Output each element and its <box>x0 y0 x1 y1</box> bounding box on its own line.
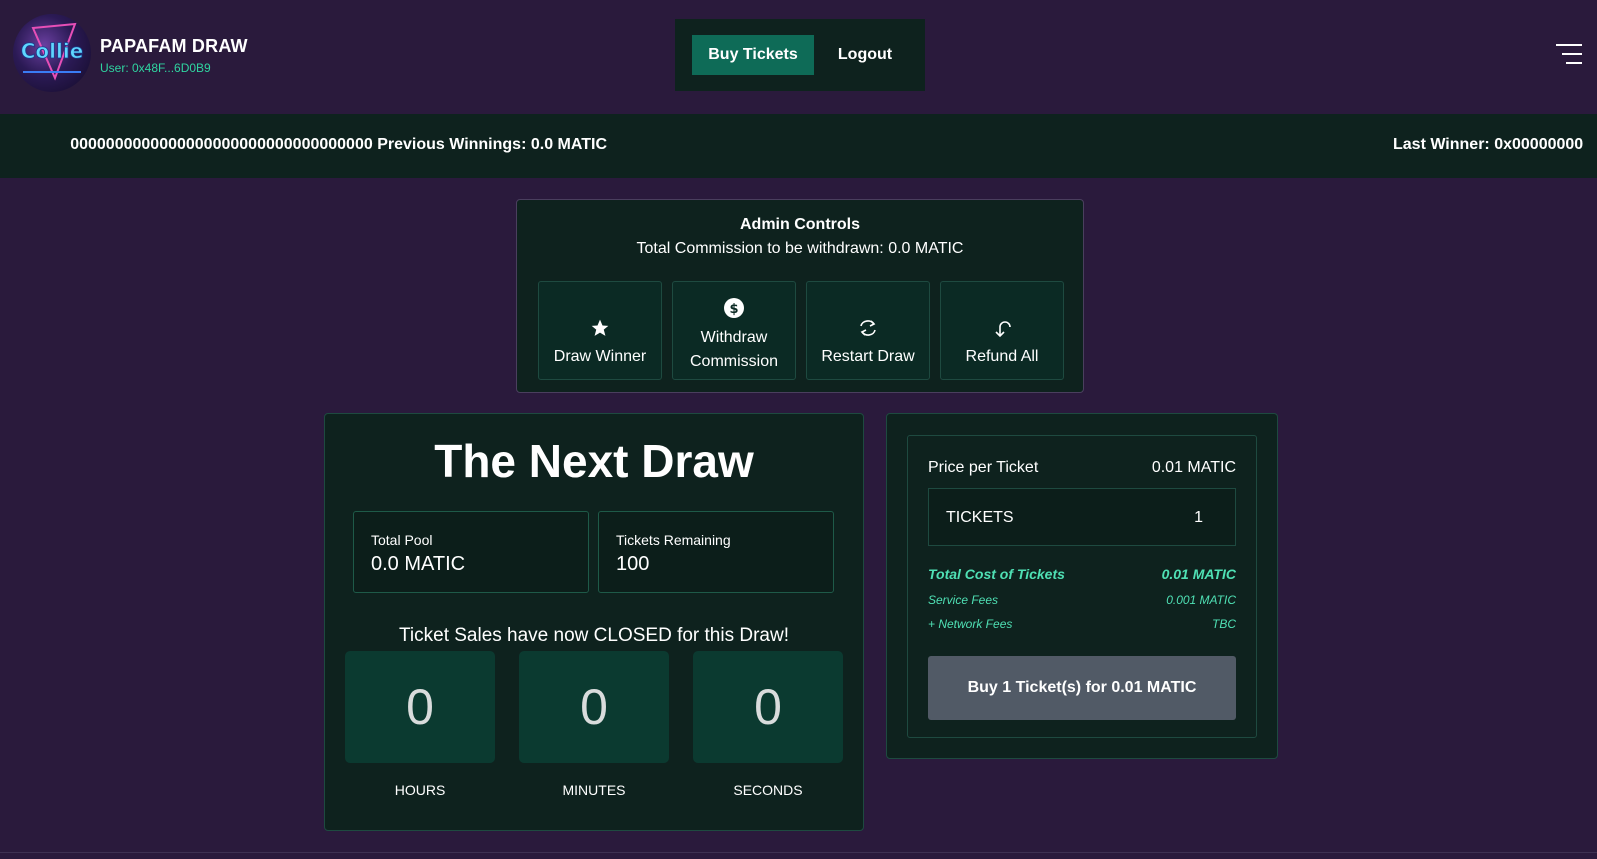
minutes-label: MINUTES <box>562 782 626 798</box>
total-pool-value: 0.0 MATIC <box>371 553 466 575</box>
withdraw-label-line1: Withdraw <box>700 329 768 346</box>
restart-draw-button[interactable]: Restart Draw <box>806 281 930 380</box>
tickets-label: TICKETS <box>946 509 1014 526</box>
buy-tickets-submit-button[interactable]: Buy 1 Ticket(s) for 0.01 MATIC <box>928 656 1236 720</box>
seconds-label: SECONDS <box>733 782 803 798</box>
logout-button[interactable]: Logout <box>825 35 905 75</box>
network-fees-label: + Network Fees <box>928 617 1013 631</box>
tickets-field: TICKETS <box>928 488 1236 546</box>
star-icon <box>545 318 655 338</box>
hamburger-icon[interactable] <box>1556 43 1582 65</box>
draw-winner-button[interactable]: Draw Winner <box>538 281 662 380</box>
svg-text:Collie: Collie <box>21 39 84 63</box>
total-cost-value: 0.01 MATIC <box>1161 566 1236 582</box>
buy-tickets-button[interactable]: Buy Tickets <box>692 35 814 75</box>
winner-ticker: 0000000000000000000000000000000000 Previ… <box>0 114 1597 178</box>
footer-divider <box>0 852 1597 853</box>
hours-label: HOURS <box>394 782 446 798</box>
undo-icon <box>947 318 1057 340</box>
ticker-previous-winnings: 0000000000000000000000000000000000 Previ… <box>70 136 607 153</box>
network-fees-value: TBC <box>1212 617 1236 631</box>
price-value: 0.01 MATIC <box>1151 459 1236 476</box>
service-fees-label: Service Fees <box>928 593 999 607</box>
refund-all-button[interactable]: Refund All <box>940 281 1064 380</box>
admin-title: Admin Controls <box>740 216 860 233</box>
countdown-hours: 0 <box>345 651 495 763</box>
withdraw-label-line2: Commission <box>689 353 778 370</box>
next-draw-title: The Next Draw <box>434 435 754 487</box>
countdown-seconds: 0 <box>693 651 843 763</box>
countdown-minutes: 0 <box>519 651 669 763</box>
refund-all-label: Refund All <box>965 347 1039 365</box>
top-nav: Buy Tickets Logout <box>675 19 925 91</box>
next-draw-panel: The Next Draw Total Pool 0.0 MATIC Ticke… <box>324 413 864 831</box>
commission-text: Total Commission to be withdrawn: 0.0 MA… <box>636 240 964 257</box>
brand-title: PAPAFAM DRAW <box>100 36 248 56</box>
purchase-form: Price per Ticket 0.01 MATIC TICKETS Tota… <box>907 435 1257 738</box>
user-address: User: 0x48F...6D0B9 <box>100 61 211 75</box>
admin-controls: Admin Controls Total Commission to be wi… <box>516 199 1084 393</box>
tickets-remaining-value: 100 <box>616 553 650 575</box>
tickets-quantity-input[interactable] <box>1145 505 1205 531</box>
logo: Collie <box>13 14 91 92</box>
refresh-icon <box>813 318 923 338</box>
tickets-remaining-label: Tickets Remaining <box>616 532 731 548</box>
total-pool-label: Total Pool <box>371 532 433 548</box>
dollar-icon: $ <box>679 298 789 318</box>
ticker-last-winner: Last Winner: 0x00000000 <box>1393 136 1584 153</box>
total-cost-label: Total Cost of Tickets <box>928 566 1065 582</box>
sales-closed-message: Ticket Sales have now CLOSED for this Dr… <box>399 625 789 646</box>
total-pool-card: Total Pool 0.0 MATIC <box>353 511 589 593</box>
svg-text:$: $ <box>729 302 738 317</box>
header: Collie PAPAFAM DRAW User: 0x48F...6D0B9 … <box>0 0 1597 112</box>
restart-draw-label: Restart Draw <box>821 347 915 365</box>
purchase-panel: Price per Ticket 0.01 MATIC TICKETS Tota… <box>886 413 1278 759</box>
withdraw-commission-button[interactable]: $ Withdraw Commission <box>672 281 796 380</box>
tickets-remaining-card: Tickets Remaining 100 <box>598 511 834 593</box>
brand: PAPAFAM DRAW User: 0x48F...6D0B9 <box>100 36 248 75</box>
service-fees-value: 0.001 MATIC <box>1166 593 1236 607</box>
draw-winner-label: Draw Winner <box>553 347 647 365</box>
price-label: Price per Ticket <box>928 459 1039 476</box>
